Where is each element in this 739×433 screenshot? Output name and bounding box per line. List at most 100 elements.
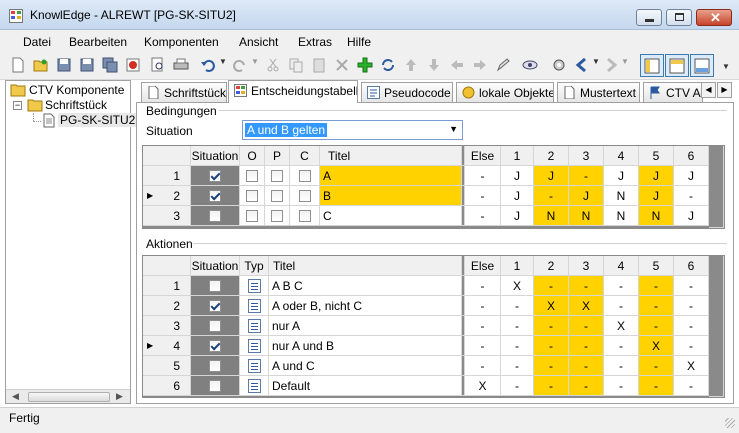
o-cell[interactable] bbox=[240, 166, 265, 186]
situation-checkbox[interactable] bbox=[209, 359, 221, 372]
rule-cell[interactable]: - bbox=[534, 356, 569, 376]
menu-komponenten[interactable]: Komponenten bbox=[144, 35, 219, 49]
p-cell[interactable] bbox=[265, 206, 290, 226]
copy-icon[interactable] bbox=[288, 57, 304, 73]
situation-checkbox[interactable] bbox=[209, 169, 221, 182]
titel-cell[interactable]: C bbox=[320, 206, 462, 226]
situation-select[interactable]: A und B gelten ▼ bbox=[242, 120, 463, 140]
c-cell[interactable] bbox=[290, 166, 320, 186]
new-icon[interactable] bbox=[10, 57, 26, 73]
rule-cell[interactable]: - bbox=[639, 276, 674, 296]
rule-cell[interactable]: N bbox=[569, 206, 604, 226]
situation-checkbox[interactable] bbox=[209, 189, 221, 202]
rule-cell[interactable]: J bbox=[501, 206, 534, 226]
row-header[interactable]: 5 bbox=[143, 356, 191, 376]
rule-cell[interactable]: - bbox=[501, 336, 534, 356]
row-header[interactable]: 6 bbox=[143, 376, 191, 396]
tab-ctv[interactable]: CTV A bbox=[643, 82, 703, 102]
situation-checkbox[interactable] bbox=[209, 279, 221, 292]
tab-scroll-left-icon[interactable]: ◀ bbox=[701, 82, 716, 98]
edit-icon[interactable] bbox=[495, 57, 511, 73]
menu-ansicht[interactable]: Ansicht bbox=[239, 35, 278, 49]
layout-tree-button[interactable] bbox=[640, 54, 664, 77]
view-icon[interactable] bbox=[522, 57, 538, 73]
rule-cell[interactable]: - bbox=[604, 356, 639, 376]
rule-cell[interactable]: - bbox=[569, 336, 604, 356]
else-cell[interactable]: - bbox=[465, 356, 501, 376]
row-header[interactable]: 2 bbox=[143, 296, 191, 316]
rule-cell[interactable]: J bbox=[501, 166, 534, 186]
rule-cell[interactable]: J bbox=[604, 166, 639, 186]
rule-cell[interactable]: N bbox=[639, 206, 674, 226]
tab-entscheidungstabelle[interactable]: Entscheidungstabelle bbox=[228, 80, 358, 103]
row-header[interactable]: ▶ 4 bbox=[143, 336, 191, 356]
o-cell[interactable] bbox=[240, 206, 265, 226]
titel-cell[interactable]: A und C bbox=[269, 356, 462, 376]
print-icon[interactable] bbox=[173, 57, 189, 73]
rule-cell[interactable]: - bbox=[534, 276, 569, 296]
rule-cell[interactable]: - bbox=[604, 376, 639, 396]
row-header[interactable]: 1 bbox=[143, 166, 191, 186]
scroll-right-icon[interactable]: ▶ bbox=[116, 391, 123, 402]
titel-cell[interactable]: Default bbox=[269, 376, 462, 396]
situation-cell[interactable] bbox=[191, 356, 240, 376]
rule-cell[interactable]: - bbox=[569, 276, 604, 296]
rule-cell[interactable]: - bbox=[604, 336, 639, 356]
rule-cell[interactable]: X bbox=[674, 356, 709, 376]
rule-cell[interactable]: - bbox=[674, 296, 709, 316]
cut-icon[interactable] bbox=[265, 57, 281, 73]
toolbar-overflow-icon[interactable]: ▼ bbox=[722, 62, 730, 71]
stop-icon[interactable] bbox=[125, 57, 141, 73]
situation-cell[interactable] bbox=[191, 186, 240, 206]
rule-cell[interactable]: - bbox=[534, 186, 569, 206]
resize-grip-icon[interactable] bbox=[725, 418, 735, 428]
tab-lokale-objekte[interactable]: lokale Objekte bbox=[456, 82, 554, 102]
move-right-icon[interactable] bbox=[472, 57, 488, 73]
tree-item-root[interactable]: CTV Komponente bbox=[29, 83, 124, 97]
rule-cell[interactable]: - bbox=[569, 356, 604, 376]
else-cell[interactable]: - bbox=[465, 166, 501, 186]
p-checkbox[interactable] bbox=[271, 209, 283, 222]
rule-cell[interactable]: - bbox=[501, 316, 534, 336]
typ-cell[interactable] bbox=[240, 296, 269, 316]
rule-cell[interactable]: J bbox=[639, 166, 674, 186]
rule-cell[interactable]: - bbox=[674, 186, 709, 206]
menu-datei[interactable]: Datei bbox=[23, 35, 51, 49]
rule-cell[interactable]: X bbox=[501, 276, 534, 296]
o-cell[interactable] bbox=[240, 186, 265, 206]
titel-cell[interactable]: A bbox=[320, 166, 462, 186]
titel-cell[interactable]: nur A und B bbox=[269, 336, 462, 356]
else-cell[interactable]: X bbox=[465, 376, 501, 396]
rule-cell[interactable]: - bbox=[534, 376, 569, 396]
collapse-icon[interactable]: − bbox=[13, 101, 22, 110]
rule-cell[interactable]: - bbox=[534, 316, 569, 336]
rule-cell[interactable]: J bbox=[674, 166, 709, 186]
rule-cell[interactable]: X bbox=[639, 336, 674, 356]
typ-cell[interactable] bbox=[240, 356, 269, 376]
back-dropdown-icon[interactable]: ▼ bbox=[592, 57, 600, 66]
situation-checkbox[interactable] bbox=[209, 319, 221, 332]
tab-mustertext[interactable]: Mustertext bbox=[557, 82, 640, 102]
rule-cell[interactable]: - bbox=[639, 316, 674, 336]
rule-cell[interactable]: - bbox=[639, 296, 674, 316]
rule-cell[interactable]: X bbox=[534, 296, 569, 316]
move-up-icon[interactable] bbox=[403, 57, 419, 73]
c-cell[interactable] bbox=[290, 186, 320, 206]
rule-cell[interactable]: - bbox=[501, 356, 534, 376]
rule-cell[interactable]: - bbox=[674, 316, 709, 336]
situation-cell[interactable] bbox=[191, 336, 240, 356]
forward-icon[interactable] bbox=[603, 57, 619, 73]
tree-item-leaf[interactable]: PG-SK-SITU2 bbox=[58, 113, 138, 127]
paste-icon[interactable] bbox=[311, 57, 327, 73]
rule-cell[interactable]: J bbox=[674, 206, 709, 226]
rule-cell[interactable]: - bbox=[501, 376, 534, 396]
p-cell[interactable] bbox=[265, 186, 290, 206]
tab-scroll-right-icon[interactable]: ▶ bbox=[717, 82, 732, 98]
typ-cell[interactable] bbox=[240, 316, 269, 336]
rule-cell[interactable]: X bbox=[604, 316, 639, 336]
situation-cell[interactable] bbox=[191, 376, 240, 396]
tools-icon[interactable] bbox=[551, 57, 567, 73]
undo-icon[interactable] bbox=[200, 57, 216, 73]
rule-cell[interactable]: N bbox=[604, 186, 639, 206]
save-all-icon[interactable] bbox=[102, 57, 118, 73]
